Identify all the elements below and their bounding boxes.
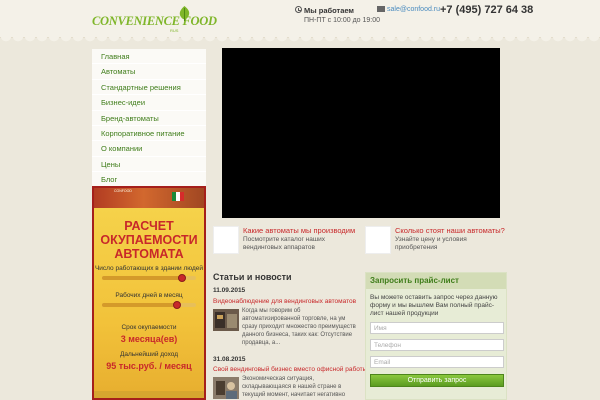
calculator-title-line2: ОКУПАЕМОСТИ	[100, 233, 198, 247]
header-scallop-divider	[0, 36, 600, 44]
service-machines-desc: Посмотрите каталог наших вендинговых апп…	[243, 236, 325, 251]
nav-item-corporate-food[interactable]: Корпоративное питание	[92, 125, 206, 142]
site-logo[interactable]: CONVENIENCE FOOD RUS	[92, 6, 217, 36]
income-value: 95 тыс.руб. / месяц	[106, 361, 192, 371]
nav-item-machines[interactable]: Автоматы	[92, 64, 206, 80]
news-date: 11.09.2015	[213, 287, 246, 294]
send-request-button[interactable]: Отправить запрос	[370, 374, 504, 387]
service-machines[interactable]: Какие автоматы мы производим Посмотрите …	[213, 226, 363, 256]
nav-item-brand-machines[interactable]: Бренд-автоматы	[92, 110, 206, 126]
people-count-slider[interactable]	[102, 274, 196, 282]
news-section: Статьи и новости 11.09.2015 Видеонаблюде…	[213, 272, 367, 399]
payback-calculator: CONFOOD РАСЧЕТ ОКУПАЕМОСТИ АВТОМАТА Числ…	[92, 186, 206, 400]
calculator-footer-image	[94, 391, 204, 398]
news-date: 31.08.2015	[213, 356, 246, 363]
logo-sub: RUS	[170, 28, 179, 33]
name-input[interactable]	[370, 322, 504, 334]
news-excerpt: Экономическая ситуация, складывающаяся в…	[242, 376, 346, 398]
envelope-icon	[377, 6, 385, 12]
hours-title: Мы работаем	[304, 6, 354, 15]
people-slider-handle[interactable]	[178, 274, 186, 282]
days-slider-fill	[102, 303, 177, 307]
payback-value: 3 месяца(ев)	[120, 334, 178, 344]
service-prices[interactable]: Сколько стоят наши автоматы? Узнайте цен…	[365, 226, 515, 256]
news-thumbnail[interactable]	[213, 309, 239, 331]
email-contact[interactable]: sale@confood.ru	[377, 6, 440, 13]
payback-label: Срок окупаемости	[121, 324, 177, 331]
calculator-banner-image: CONFOOD	[94, 188, 204, 210]
calculator-title-line3: АВТОМАТА	[114, 247, 184, 261]
site-header: CONVENIENCE FOOD RUS Мы работаем ПН-ПТ с…	[0, 0, 600, 38]
service-prices-image	[365, 226, 391, 254]
days-slider-handle[interactable]	[173, 301, 181, 309]
price-request-description: Вы можете оставить запрос через данную ф…	[370, 294, 498, 317]
italy-flag-icon	[172, 192, 184, 201]
news-excerpt: Когда мы говорим об автоматизированной т…	[242, 308, 356, 346]
work-days-label: Рабочих дней в месяц	[115, 292, 183, 299]
income-label: Дальнейший доход	[119, 351, 179, 358]
news-thumbnail[interactable]	[213, 377, 239, 399]
nav-item-home[interactable]: Главная	[92, 49, 206, 65]
service-prices-desc: Узнайте цену и условия приобретения	[395, 236, 467, 251]
logo-text: CONVENIENCE FOOD	[92, 14, 217, 28]
news-title-link[interactable]: Свой вендинговый бизнес вместо офисной р…	[213, 366, 367, 373]
leaf-icon	[179, 6, 190, 21]
calculator-body: РАСЧЕТ ОКУПАЕМОСТИ АВТОМАТА Число работа…	[94, 208, 204, 398]
service-prices-link[interactable]: Сколько стоят наши автоматы?	[395, 226, 505, 235]
calculator-title-line1: РАСЧЕТ	[124, 219, 174, 233]
hours-time: ПН-ПТ с 10:00 до 19:00	[304, 17, 381, 24]
price-request-title: Запросить прайс-лист	[366, 273, 506, 289]
main-navigation: Главная Автоматы Стандартные решения Биз…	[92, 49, 206, 188]
email-link[interactable]: sale@confood.ru	[387, 6, 440, 13]
nav-item-about[interactable]: О компании	[92, 141, 206, 157]
people-slider-fill	[102, 276, 182, 280]
people-count-label: Число работающих в здании людей	[94, 265, 204, 272]
clock-icon	[295, 6, 302, 13]
nav-item-standard-solutions[interactable]: Стандартные решения	[92, 79, 206, 96]
news-heading: Статьи и новости	[213, 272, 292, 282]
work-days-slider[interactable]	[102, 301, 196, 309]
phone-number[interactable]: +7 (495) 727 64 38	[440, 4, 533, 16]
service-machines-link[interactable]: Какие автоматы мы производим	[243, 226, 355, 235]
email-input[interactable]	[370, 356, 504, 368]
calculator-brand-label: CONFOOD	[114, 189, 132, 193]
news-title-link[interactable]: Видеонаблюдение для вендинговых автомато…	[213, 298, 356, 305]
nav-item-prices[interactable]: Цены	[92, 156, 206, 173]
service-machines-image	[213, 226, 239, 254]
price-request-form: Запросить прайс-лист Вы можете оставить …	[365, 272, 507, 400]
calculator-title: РАСЧЕТ ОКУПАЕМОСТИ АВТОМАТА	[94, 219, 204, 261]
phone-input[interactable]	[370, 339, 504, 351]
video-player[interactable]	[222, 48, 500, 218]
nav-item-business-ideas[interactable]: Бизнес-идеи	[92, 95, 206, 111]
